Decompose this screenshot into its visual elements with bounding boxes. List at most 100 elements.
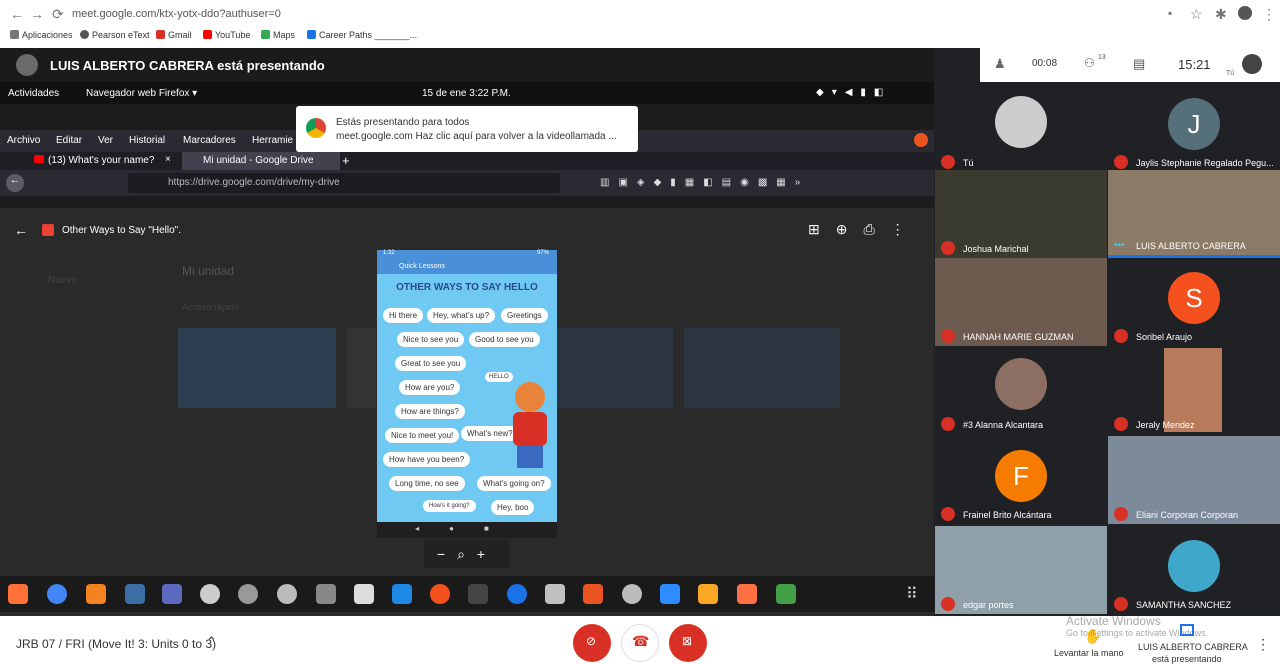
- firefox-tabs: (13) What's your name? × Mi unidad - Goo…: [0, 152, 934, 172]
- participant-tile[interactable]: Eliani Corporan Corporan: [1108, 436, 1280, 524]
- participants-icon[interactable]: ⚇: [1084, 56, 1095, 70]
- bookmark-pearson[interactable]: Pearson eText: [80, 30, 150, 40]
- presenting-notice[interactable]: Estás presentando para todos meet.google…: [296, 106, 638, 152]
- presenting-banner: LUIS ALBERTO CABRERA está presentando: [0, 48, 934, 82]
- avatar: S: [1168, 272, 1220, 324]
- participant-tile[interactable]: J Jaylis Stephanie Regalado Pegu...: [1108, 84, 1280, 172]
- app-grid-icon[interactable]: ⠿: [906, 584, 918, 604]
- chip-hey-boo: Hey, boo: [491, 500, 535, 515]
- bookmark-apps[interactable]: Aplicaciones: [10, 30, 73, 40]
- new-tab-icon[interactable]: +: [342, 153, 350, 168]
- participant-name: LUIS ALBERTO CABRERA: [1136, 241, 1246, 251]
- file-thumb-3[interactable]: [557, 328, 673, 408]
- app-icon-8[interactable]: [277, 584, 297, 604]
- close-window-icon[interactable]: [914, 133, 928, 147]
- software-icon[interactable]: [583, 584, 603, 604]
- chrome-icon[interactable]: [47, 584, 67, 604]
- terminal-icon[interactable]: [468, 584, 488, 604]
- reload-icon[interactable]: ⟳: [52, 6, 64, 23]
- present-icon[interactable]: [1180, 624, 1194, 636]
- menu-ver[interactable]: Ver: [98, 135, 113, 146]
- participant-tile[interactable]: Tú: [935, 84, 1107, 172]
- raise-hand-label: Levantar la mano: [1054, 648, 1124, 658]
- participant-tile[interactable]: Joshua Marichal: [935, 170, 1107, 258]
- participant-name: Tú: [963, 158, 974, 168]
- app-icon-17[interactable]: [622, 584, 642, 604]
- participant-name: Jaylis Stephanie Regalado Pegu...: [1136, 158, 1274, 168]
- participant-tile[interactable]: S Soribel Araujo: [1108, 258, 1280, 346]
- participant-tile[interactable]: edgar portes: [935, 526, 1107, 614]
- participant-count: 13: [1098, 54, 1106, 61]
- presenting-status: está presentando: [1152, 654, 1222, 664]
- hand-icon[interactable]: ✋: [1084, 628, 1101, 645]
- vlc-icon[interactable]: [86, 584, 106, 604]
- app-icon-9[interactable]: [316, 584, 336, 604]
- my-drive-heading: Mi unidad: [182, 264, 235, 278]
- file-thumb-1[interactable]: [178, 328, 336, 408]
- participant-tile[interactable]: #3 Alanna Alcantara: [935, 346, 1107, 434]
- new-button[interactable]: Nuevo: [48, 275, 77, 286]
- menu-editar[interactable]: Editar: [56, 135, 82, 146]
- camera-icon[interactable]: ▪: [1168, 6, 1172, 20]
- ubuntu-top-bar: Actividades Navegador web Firefox ▾ 15 d…: [0, 82, 934, 104]
- participant-tile[interactable]: HANNAH MARIE GUZMAN: [935, 258, 1107, 346]
- app-menu[interactable]: Navegador web Firefox ▾: [86, 88, 197, 99]
- ff-back-icon[interactable]: ←: [6, 174, 24, 192]
- mic-off-icon: [1114, 417, 1128, 431]
- zoom-controls[interactable]: −⌕+: [424, 540, 510, 568]
- zoom-icon[interactable]: [660, 584, 680, 604]
- back-arrow-icon[interactable]: ←: [14, 222, 28, 238]
- app-icon-7[interactable]: [238, 584, 258, 604]
- help-icon[interactable]: [507, 584, 527, 604]
- menu-herramientas[interactable]: Herramie: [252, 135, 293, 146]
- disc-icon[interactable]: [200, 584, 220, 604]
- app-icon-19[interactable]: [698, 584, 718, 604]
- notice-line2: meet.google.com Haz clic aquí para volve…: [336, 131, 617, 142]
- bookmark-career[interactable]: Career Paths _______...: [307, 30, 417, 40]
- impress-icon[interactable]: [737, 584, 757, 604]
- extensions-icon[interactable]: ✱: [1215, 6, 1227, 23]
- avatar: J: [1168, 98, 1220, 150]
- datetime: 15 de ene 3:22 P.M.: [422, 88, 511, 99]
- app-icon-10[interactable]: [354, 584, 374, 604]
- firefox-icon[interactable]: [8, 584, 28, 604]
- app-icon-12[interactable]: [430, 584, 450, 604]
- ff-url-text: https://drive.google.com/drive/my-drive: [168, 177, 340, 188]
- participant-tile[interactable]: Jeraly Mendez: [1108, 346, 1280, 434]
- profile-avatar[interactable]: [1238, 6, 1252, 20]
- file-thumb-2[interactable]: [346, 328, 376, 408]
- viewer-action-icons: ⊞⊕⎙⋮: [808, 221, 921, 237]
- slides-file-icon: [42, 224, 54, 236]
- participant-tile[interactable]: F Frainel Brito Alcántara: [935, 436, 1107, 524]
- app-icon-5[interactable]: [162, 584, 182, 604]
- calc-icon[interactable]: [776, 584, 796, 604]
- menu-historial[interactable]: Historial: [129, 135, 165, 146]
- activities-label[interactable]: Actividades: [8, 88, 59, 99]
- more-options-icon[interactable]: ⋮: [1256, 636, 1270, 653]
- url-field[interactable]: meet.google.com/ktx-yotx-ddo?authuser=0: [72, 8, 281, 20]
- meeting-details[interactable]: JRB 07 / FRI (Move It! 3: Units 0 to 3): [16, 637, 216, 651]
- star-icon[interactable]: ☆: [1190, 6, 1203, 23]
- bookmark-youtube[interactable]: YouTube: [203, 30, 250, 40]
- bookmark-gmail[interactable]: Gmail: [156, 30, 192, 40]
- tab-youtube[interactable]: (13) What's your name?: [48, 155, 158, 166]
- back-icon[interactable]: ←: [10, 6, 24, 22]
- participant-tile[interactable]: SAMANTHA SANCHEZ: [1108, 526, 1280, 614]
- mic-off-icon: [941, 241, 955, 255]
- participant-tile-active[interactable]: ••• LUIS ALBERTO CABRERA: [1108, 170, 1280, 258]
- close-tab-icon[interactable]: ×: [165, 154, 171, 165]
- person-icon[interactable]: ♟: [994, 56, 1006, 72]
- self-avatar[interactable]: [1242, 54, 1262, 74]
- menu-marcadores[interactable]: Marcadores: [183, 135, 236, 146]
- file-thumb-4[interactable]: [684, 328, 840, 408]
- app-icon-15[interactable]: [545, 584, 565, 604]
- bookmark-maps[interactable]: Maps: [261, 30, 295, 40]
- docs-icon[interactable]: [392, 584, 412, 604]
- chat-icon[interactable]: ▤: [1133, 56, 1145, 72]
- chevron-up-icon[interactable]: ⌃: [206, 634, 217, 650]
- forward-icon[interactable]: →: [30, 6, 44, 22]
- menu-icon[interactable]: ⋮: [1262, 6, 1276, 23]
- menu-archivo[interactable]: Archivo: [7, 135, 40, 146]
- app-icon-4[interactable]: [125, 584, 145, 604]
- bookmarks-bar: Aplicaciones Pearson eText Gmail YouTube…: [0, 28, 1280, 46]
